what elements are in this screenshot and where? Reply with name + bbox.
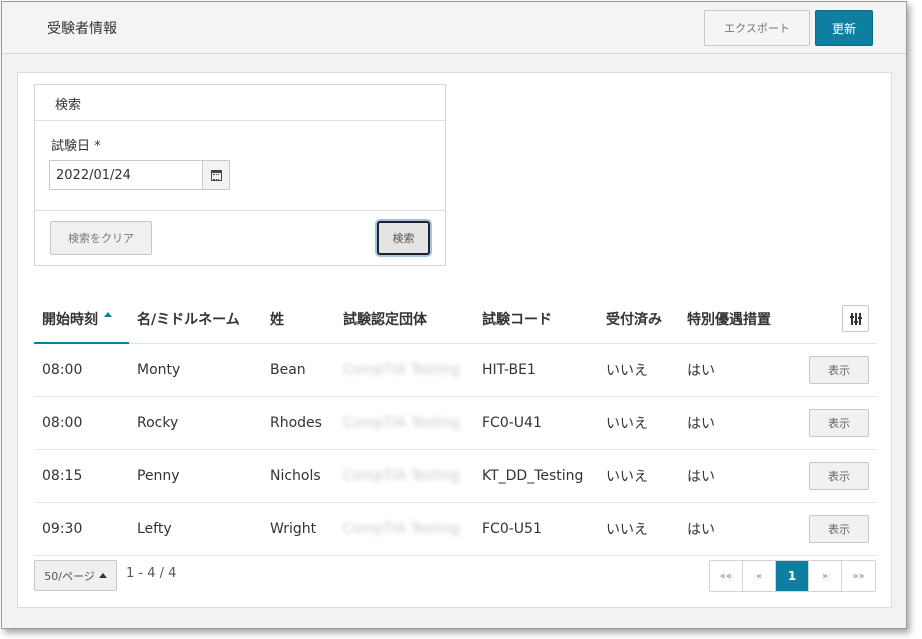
column-header-label: 名/ミドルネーム — [137, 311, 240, 328]
pagination: «« « 1 » »» — [709, 560, 876, 592]
view-button[interactable]: 表示 — [809, 408, 869, 437]
column-header-accommodation[interactable]: 特別優遇措置 — [679, 295, 799, 344]
action-cell: 表示 — [799, 502, 877, 556]
last-page-button[interactable]: »» — [842, 561, 875, 591]
candidates-table: 開始時刻 名/ミドルネーム 姓 試験認定団体 試験コード 受付済み 特別優遇措置 — [34, 295, 877, 556]
accommodation-cell: はい — [679, 343, 799, 397]
blurred-organization: CompTIA Testing — [343, 467, 460, 484]
refresh-button[interactable]: 更新 — [815, 10, 873, 46]
page-title: 受験者情報 — [47, 21, 117, 37]
current-page-button[interactable]: 1 — [776, 561, 809, 591]
exam-organization-cell: CompTIA Testing — [335, 396, 474, 450]
export-button[interactable]: エクスポート — [704, 10, 810, 46]
exam-date-label: 試験日 * — [51, 139, 101, 154]
result-range: 1 - 4 / 4 — [126, 566, 177, 581]
first-name-cell: Penny — [129, 449, 262, 503]
column-header-first-name[interactable]: 名/ミドルネーム — [129, 295, 262, 344]
app-window: 受験者情報 エクスポート 更新 検索 試験日 * 2022/01/24 検索をク… — [1, 1, 907, 629]
exam-code-cell: FC0-U41 — [474, 396, 598, 450]
start-time-cell: 08:00 — [34, 396, 129, 450]
exam-code-cell: KT_DD_Testing — [474, 449, 598, 503]
blurred-organization: CompTIA Testing — [343, 520, 460, 537]
column-header-last-name[interactable]: 姓 — [262, 295, 335, 344]
column-header-label: 特別優遇措置 — [687, 311, 771, 328]
sort-ascending-icon — [104, 312, 112, 317]
column-header-label: 姓 — [270, 311, 284, 328]
checked-in-cell: いいえ — [598, 449, 679, 503]
column-header-start-time[interactable]: 開始時刻 — [34, 295, 129, 344]
checked-in-cell: いいえ — [598, 396, 679, 450]
column-settings-button[interactable] — [842, 305, 869, 333]
exam-date-input[interactable]: 2022/01/24 — [49, 160, 203, 190]
first-name-cell: Monty — [129, 343, 262, 397]
action-cell: 表示 — [799, 396, 877, 450]
calendar-button[interactable] — [202, 160, 230, 190]
page-size-select[interactable]: 50/ページ — [34, 560, 117, 591]
blurred-organization: CompTIA Testing — [343, 414, 460, 431]
blurred-organization: CompTIA Testing — [343, 361, 460, 378]
first-name-cell: Rocky — [129, 396, 262, 450]
exam-organization-cell: CompTIA Testing — [335, 502, 474, 556]
clear-search-button[interactable]: 検索をクリア — [50, 221, 152, 255]
column-header-label: 受付済み — [606, 311, 662, 328]
table-row: 08:00 Rocky Rhodes CompTIA Testing FC0-U… — [34, 396, 877, 450]
sliders-icon — [850, 312, 862, 325]
last-name-cell: Bean — [262, 343, 335, 397]
caret-up-icon — [98, 573, 107, 578]
accommodation-cell: はい — [679, 396, 799, 450]
table-row: 08:15 Penny Nichols CompTIA Testing KT_D… — [34, 449, 877, 503]
next-page-button[interactable]: » — [809, 561, 842, 591]
column-settings-cell — [799, 295, 877, 344]
exam-organization-cell: CompTIA Testing — [335, 343, 474, 397]
last-name-cell: Wright — [262, 502, 335, 556]
calendar-icon — [210, 169, 222, 181]
exam-code-cell: HIT-BE1 — [474, 343, 598, 397]
accommodation-cell: はい — [679, 449, 799, 503]
header-bar: 受験者情報 エクスポート 更新 — [2, 2, 906, 54]
view-button[interactable]: 表示 — [809, 355, 869, 384]
exam-code-cell: FC0-U51 — [474, 502, 598, 556]
first-name-cell: Lefty — [129, 502, 262, 556]
search-button[interactable]: 検索 — [377, 221, 430, 255]
action-cell: 表示 — [799, 449, 877, 503]
checked-in-cell: いいえ — [598, 502, 679, 556]
exam-organization-cell: CompTIA Testing — [335, 449, 474, 503]
last-name-cell: Rhodes — [262, 396, 335, 450]
view-button[interactable]: 表示 — [809, 514, 869, 543]
last-name-cell: Nichols — [262, 449, 335, 503]
table-header-row: 開始時刻 名/ミドルネーム 姓 試験認定団体 試験コード 受付済み 特別優遇措置 — [34, 295, 877, 344]
column-header-exam-organization[interactable]: 試験認定団体 — [335, 295, 474, 344]
accommodation-cell: はい — [679, 502, 799, 556]
column-header-label: 試験コード — [482, 311, 552, 328]
search-panel-title: 検索 — [35, 85, 445, 121]
table-row: 08:00 Monty Bean CompTIA Testing HIT-BE1… — [34, 343, 877, 397]
column-header-label: 開始時刻 — [42, 311, 98, 328]
action-cell: 表示 — [799, 343, 877, 397]
search-panel: 検索 試験日 * 2022/01/24 検索をクリア 検索 — [34, 84, 446, 266]
search-panel-footer: 検索をクリア 検索 — [35, 210, 445, 266]
start-time-cell: 08:00 — [34, 343, 129, 397]
content-card: 検索 試験日 * 2022/01/24 検索をクリア 検索 開始時刻 名/ミドル… — [17, 72, 892, 608]
page-size-label: 50/ページ — [44, 569, 95, 583]
table-row: 09:30 Lefty Wright CompTIA Testing FC0-U… — [34, 502, 877, 556]
column-header-exam-code[interactable]: 試験コード — [474, 295, 598, 344]
first-page-button[interactable]: «« — [710, 561, 743, 591]
column-header-checked-in[interactable]: 受付済み — [598, 295, 679, 344]
checked-in-cell: いいえ — [598, 343, 679, 397]
prev-page-button[interactable]: « — [743, 561, 776, 591]
start-time-cell: 09:30 — [34, 502, 129, 556]
view-button[interactable]: 表示 — [809, 461, 869, 490]
column-header-label: 試験認定団体 — [343, 311, 427, 328]
start-time-cell: 08:15 — [34, 449, 129, 503]
